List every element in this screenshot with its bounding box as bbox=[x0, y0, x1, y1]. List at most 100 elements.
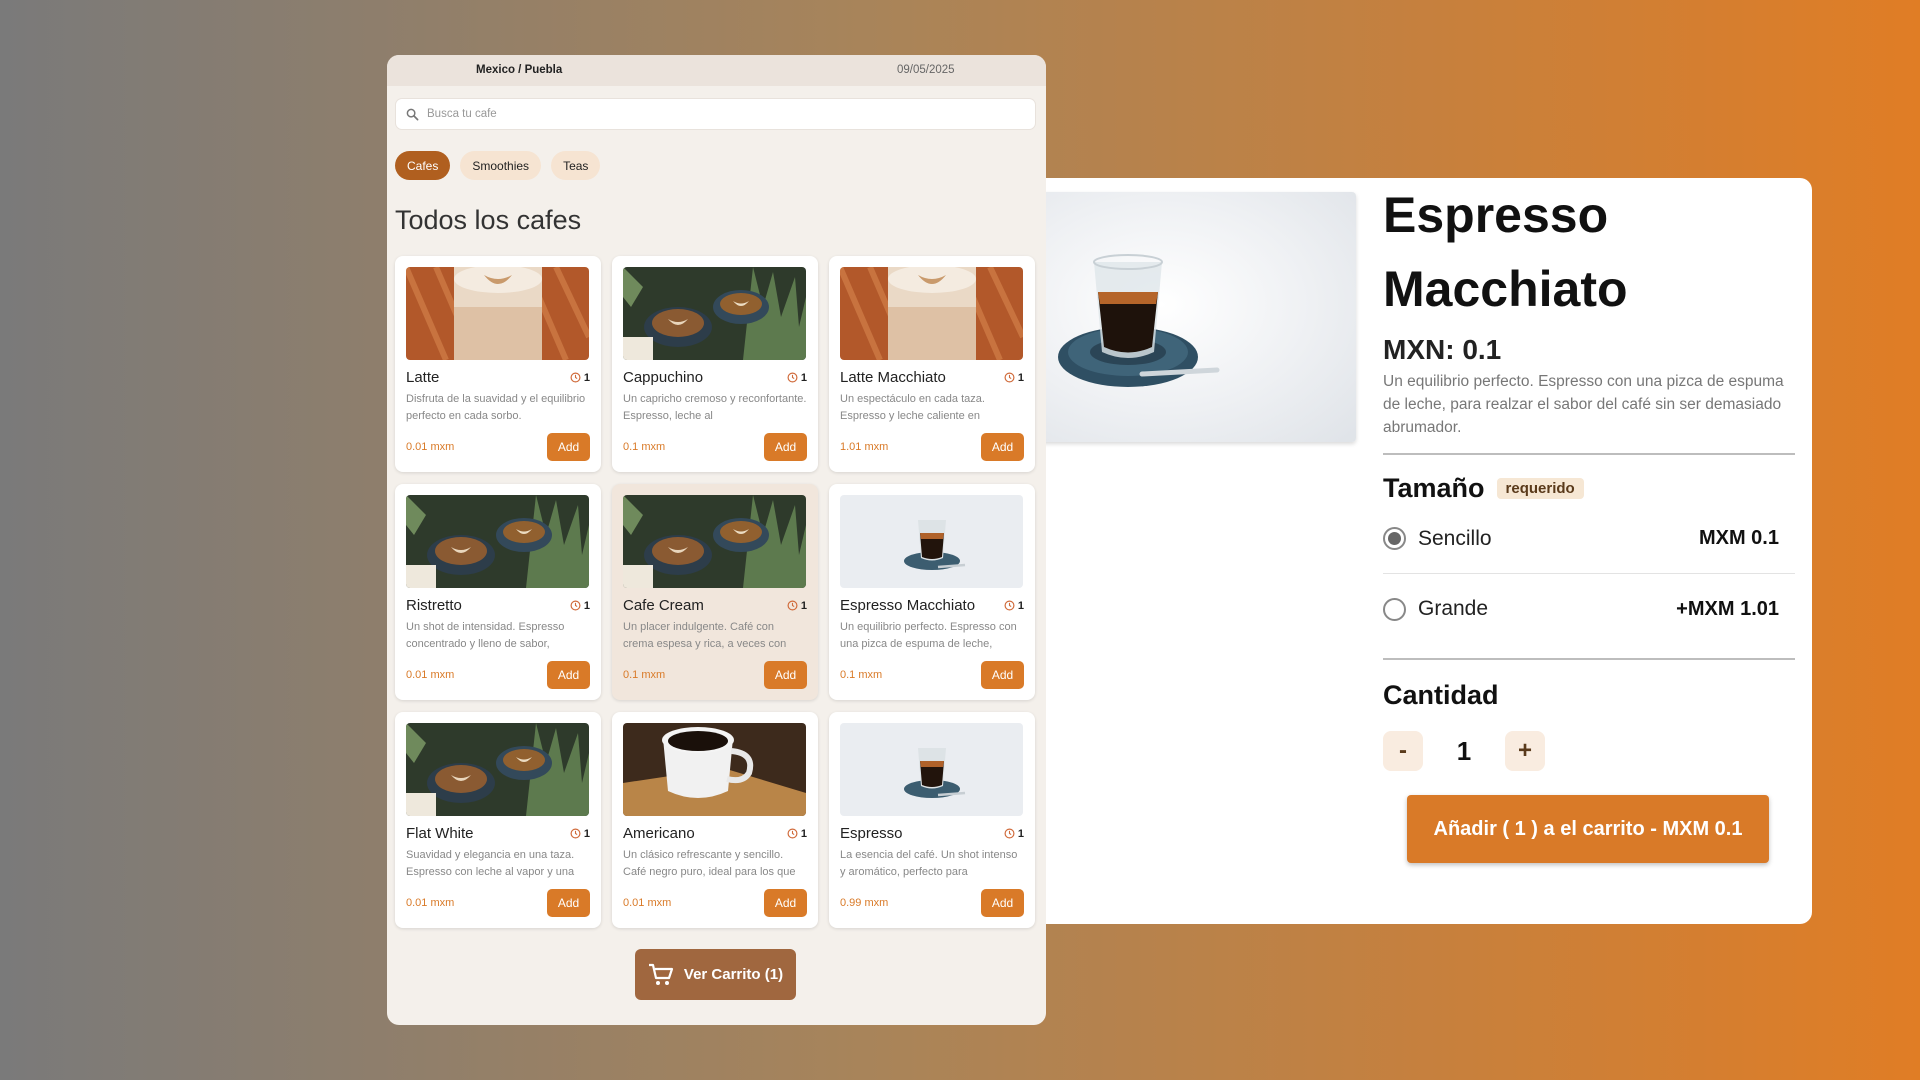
add-button[interactable]: Add bbox=[764, 661, 807, 689]
prep-time-value: 1 bbox=[1017, 371, 1024, 384]
product-card[interactable]: Cappuchino 1 Un capricho cremoso y reconfo… bbox=[612, 256, 818, 472]
product-card[interactable]: Flat White 1 Suavidad y elegancia en una t… bbox=[395, 712, 601, 928]
clock-icon bbox=[1004, 828, 1015, 839]
divider bbox=[1383, 658, 1795, 660]
product-card[interactable]: Americano 1 Un clásico refrescante y senci… bbox=[612, 712, 818, 928]
tab-teas[interactable]: Teas bbox=[551, 151, 601, 180]
prep-time: 1 bbox=[787, 372, 807, 384]
prep-time-value: 1 bbox=[800, 827, 807, 840]
size-option-price: MXM 0.1 bbox=[1698, 527, 1779, 549]
prep-time-value: 1 bbox=[583, 599, 590, 612]
product-name: Americano bbox=[623, 825, 695, 842]
prep-time-value: 1 bbox=[1017, 827, 1024, 840]
product-grid: Latte 1 Disfruta de la suavidad y el equil… bbox=[395, 256, 1038, 928]
product-image bbox=[623, 267, 806, 360]
product-card[interactable]: Latte 1 Disfruta de la suavidad y el equil… bbox=[395, 256, 601, 472]
search-placeholder: Busca tu cafe bbox=[427, 108, 497, 120]
size-option-sencillo[interactable]: Sencillo MXM 0.1 bbox=[1383, 504, 1795, 574]
product-description: Un espectáculo en cada taza. Espresso y … bbox=[840, 393, 985, 422]
product-price: 0.01 mxm bbox=[406, 897, 455, 909]
product-price: 0.01 mxm bbox=[406, 441, 455, 453]
product-price: 0.1 mxm bbox=[623, 669, 666, 681]
prep-time-value: 1 bbox=[800, 599, 807, 612]
product-name: Espresso Macchiato bbox=[840, 597, 976, 614]
product-detail-info: Espresso Macchiato MXN: 0.1 Un equilibri… bbox=[1383, 178, 1795, 863]
date-label: 09/05/2025 bbox=[897, 64, 955, 76]
product-description: Suavidad y elegancia en una taza. Espres… bbox=[406, 849, 575, 878]
product-description: Un placer indulgente. Café con crema esp… bbox=[623, 621, 787, 650]
product-card[interactable]: Espresso Macchiato 1 Un equilibrio perfect… bbox=[829, 484, 1035, 700]
size-radio-grande[interactable] bbox=[1383, 597, 1406, 621]
product-name: Espresso bbox=[840, 825, 903, 842]
search-icon bbox=[406, 108, 419, 120]
prep-time-value: 1 bbox=[800, 371, 807, 384]
product-description: Disfruta de la suavidad y el equilibrio … bbox=[406, 393, 586, 422]
prep-time: 1 bbox=[570, 600, 590, 612]
product-description: Un shot de intensidad. Espresso concentr… bbox=[406, 621, 565, 650]
add-to-cart-button[interactable]: Añadir ( 1 ) a el carrito - MXM 0.1 bbox=[1407, 795, 1769, 863]
product-image bbox=[840, 495, 1023, 588]
product-card[interactable]: Latte Macchiato 1 Un espectáculo en cada t… bbox=[829, 256, 1035, 472]
clock-icon bbox=[1004, 372, 1015, 383]
clock-icon bbox=[787, 828, 798, 839]
product-image bbox=[623, 723, 806, 816]
clock-icon bbox=[1004, 600, 1015, 611]
tab-smoothies[interactable]: Smoothies bbox=[460, 151, 542, 180]
product-name: Cappuchino bbox=[623, 369, 704, 386]
add-button[interactable]: Add bbox=[547, 661, 590, 689]
add-button[interactable]: Add bbox=[981, 661, 1024, 689]
product-image bbox=[840, 267, 1023, 360]
prep-time-value: 1 bbox=[583, 827, 590, 840]
prep-time: 1 bbox=[1004, 600, 1024, 612]
product-card[interactable]: Ristretto 1 Un shot de intensidad. Espress… bbox=[395, 484, 601, 700]
quantity-increment-button[interactable]: + bbox=[1505, 731, 1545, 771]
prep-time: 1 bbox=[1004, 372, 1024, 384]
product-title-line2: Macchiato bbox=[1383, 261, 1628, 317]
add-button[interactable]: Add bbox=[981, 889, 1024, 917]
product-price: 1.01 mxm bbox=[840, 441, 889, 453]
clock-icon bbox=[570, 372, 581, 383]
required-badge: requerido bbox=[1496, 478, 1584, 499]
clock-icon bbox=[787, 372, 798, 383]
tab-cafes[interactable]: Cafes bbox=[395, 151, 451, 180]
product-image bbox=[840, 723, 1023, 816]
product-price: MXN: 0.1 bbox=[1383, 334, 1502, 365]
add-button[interactable]: Add bbox=[764, 433, 807, 461]
add-button[interactable]: Add bbox=[547, 433, 590, 461]
product-name: Flat White bbox=[406, 825, 474, 842]
divider bbox=[1383, 453, 1795, 455]
top-bar: Mexico / Puebla 09/05/2025 bbox=[387, 55, 1046, 86]
product-price: 0.99 mxm bbox=[840, 897, 889, 909]
clock-icon bbox=[787, 600, 798, 611]
product-description: Un equilibrio perfecto. Espresso con una… bbox=[840, 621, 1017, 650]
quantity-title: Cantidad bbox=[1383, 680, 1499, 710]
prep-time: 1 bbox=[570, 372, 590, 384]
product-price: 0.01 mxm bbox=[406, 669, 455, 681]
quantity-stepper: - 1 + bbox=[1383, 731, 1795, 771]
product-title-line1: Espresso bbox=[1383, 187, 1609, 243]
product-description: Un capricho cremoso y reconfortante. Esp… bbox=[623, 393, 807, 422]
location-label: Mexico / Puebla bbox=[476, 64, 563, 76]
product-name: Latte bbox=[406, 369, 440, 386]
product-card[interactable]: Cafe Cream 1 Un placer indulgente. Café co… bbox=[612, 484, 818, 700]
add-button[interactable]: Add bbox=[764, 889, 807, 917]
product-description: La esencia del café. Un shot intenso y a… bbox=[840, 849, 1018, 878]
add-button[interactable]: Add bbox=[981, 433, 1024, 461]
product-title: Espresso Macchiato bbox=[1383, 178, 1795, 326]
size-radio-sencillo[interactable] bbox=[1383, 527, 1406, 550]
size-section-header: Tamaño requerido bbox=[1383, 473, 1795, 504]
add-button[interactable]: Add bbox=[547, 889, 590, 917]
quantity-decrement-button[interactable]: - bbox=[1383, 731, 1423, 771]
prep-time: 1 bbox=[570, 828, 590, 840]
product-card[interactable]: Espresso 1 La esencia del café. Un shot in… bbox=[829, 712, 1035, 928]
clock-icon bbox=[570, 600, 581, 611]
cart-icon bbox=[648, 963, 673, 985]
product-detail-panel: Espresso Macchiato MXN: 0.1 Un equilibri… bbox=[1030, 178, 1812, 924]
size-option-grande[interactable]: Grande +MXM 1.01 bbox=[1383, 574, 1795, 644]
prep-time: 1 bbox=[1004, 828, 1024, 840]
size-title: Tamaño bbox=[1383, 473, 1485, 503]
prep-time-value: 1 bbox=[1017, 599, 1024, 612]
search-input[interactable]: Busca tu cafe bbox=[396, 99, 1035, 129]
prep-time: 1 bbox=[787, 600, 807, 612]
view-cart-button[interactable]: Ver Carrito (1) bbox=[635, 949, 796, 1000]
